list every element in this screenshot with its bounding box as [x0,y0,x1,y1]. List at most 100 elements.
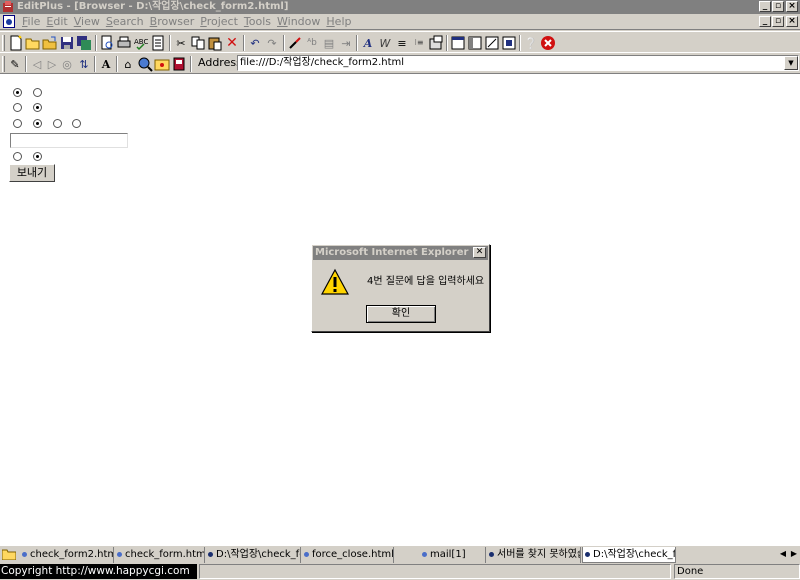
document-tab[interactable]: check_form2.html [20,547,114,563]
delete-icon[interactable]: ✕ [224,35,240,51]
submit-button[interactable]: 보내기 [9,164,55,182]
copy-icon[interactable] [190,35,206,51]
refresh-icon[interactable]: ⇅ [76,56,92,72]
radio-button[interactable] [33,119,42,128]
document-tab[interactable]: check_form.html [115,547,205,563]
page-icon[interactable] [150,35,166,51]
toolbar-separator [243,35,245,51]
stop-browse-icon[interactable]: ◎ [59,56,75,72]
radio-button[interactable] [13,103,22,112]
toolbar-separator [446,35,448,51]
radio-button[interactable] [13,88,22,97]
menu-item[interactable]: Edit [44,15,71,29]
line-number-icon[interactable]: ⁝≡ [411,35,427,51]
main-toolbar: ABC ✂ ✕ ↶ ↷ ᴬb ▤ ⇥ A W ≡ ⁝≡ ❔ [0,31,800,53]
paste-icon[interactable] [207,35,223,51]
spell-check-icon[interactable]: ABC [133,35,149,51]
save-all-icon[interactable] [76,35,92,51]
print-icon[interactable] [116,35,132,51]
document-tab[interactable]: D:\작업장\check_form2.html [582,547,676,563]
doc-minimize-button[interactable]: _ [759,16,771,27]
font-icon[interactable]: A [360,35,376,51]
address-value: file:///D:/작업장/check_form2.html [240,57,405,68]
document-tab[interactable]: 서버를 찾지 못하였습니다 [487,547,581,563]
ruler-icon[interactable]: ≡ [394,35,410,51]
document-tab[interactable]: mail[1] [420,547,486,563]
radio-button[interactable] [33,152,42,161]
answer-text-input[interactable] [10,133,128,148]
status-panel [199,564,671,579]
directory-window-icon[interactable] [467,35,483,51]
toolbar-separator [116,56,118,72]
doc-close-button[interactable]: × [786,16,798,27]
menu-item[interactable]: Project [198,15,242,29]
document-tab[interactable]: force_close.html [302,547,394,563]
print-preview-icon[interactable] [99,35,115,51]
word-wrap-icon[interactable]: W [377,35,393,51]
toolbar-grip[interactable] [2,35,5,51]
search-web-icon[interactable] [137,56,153,72]
menu-item[interactable]: View [72,15,104,29]
find-in-files-icon[interactable]: ▤ [321,35,337,51]
open-folder-icon[interactable] [25,35,41,51]
undo-icon[interactable]: ↶ [247,35,263,51]
menu-item[interactable]: Search [104,15,148,29]
editplus-app-icon[interactable] [2,1,14,13]
redo-icon[interactable]: ↷ [264,35,280,51]
radio-button[interactable] [72,119,81,128]
goto-line-icon[interactable]: ⇥ [338,35,354,51]
home-icon[interactable]: ⌂ [120,56,136,72]
history-icon[interactable] [171,56,187,72]
status-done: Done [674,564,800,579]
save-icon[interactable] [59,35,75,51]
dialog-close-button[interactable]: ✕ [473,247,486,258]
open-remote-icon[interactable] [42,35,58,51]
alert-dialog: Microsoft Internet Explorer ✕ 4번 질문에 답을 … [311,244,490,332]
menu-item[interactable]: Browser [148,15,199,29]
replace-icon[interactable]: ᴬb [304,35,320,51]
find-icon[interactable] [287,35,303,51]
folder-icon[interactable] [2,548,16,560]
document-icon[interactable] [3,15,15,28]
address-dropdown-button[interactable]: ▼ [784,56,798,70]
radio-button[interactable] [33,88,42,97]
tab-scroll-right-icon[interactable]: ▶ [789,548,799,560]
menu-item[interactable]: Help [324,15,355,29]
tab-scroll-left-icon[interactable]: ◀ [778,548,788,560]
doc-restore-button[interactable]: ▫ [772,16,784,27]
cut-icon[interactable]: ✂ [173,35,189,51]
dialog-title: Microsoft Internet Explorer [315,247,469,258]
warning-icon [321,268,349,295]
address-label: Address [198,56,242,69]
dialog-title-bar[interactable]: Microsoft Internet Explorer ✕ [313,246,488,260]
toolbar-separator [25,56,27,72]
forward-icon[interactable]: ▷ [44,56,60,72]
favorites-icon[interactable] [154,56,170,72]
help-icon[interactable]: ❔ [523,35,539,51]
new-file-icon[interactable] [8,35,24,51]
restore-button[interactable]: ▫ [772,1,784,12]
close-button[interactable]: × [786,1,798,12]
output-window-icon[interactable] [450,35,466,51]
text-size-icon[interactable]: A [98,56,114,72]
radio-button[interactable] [33,103,42,112]
toolbar-separator [94,56,96,72]
radio-button[interactable] [13,119,22,128]
clip-window-icon[interactable] [484,35,500,51]
back-icon[interactable]: ◁ [29,56,45,72]
stop-icon[interactable] [540,35,556,51]
radio-button[interactable] [53,119,62,128]
ok-button[interactable]: 확인 [366,305,436,323]
toolbar-grip[interactable] [2,56,5,72]
menu-item[interactable]: Tools [242,15,275,29]
window-title: EditPlus - [Browser - D:\작업장\check_form2… [17,1,289,12]
menu-item[interactable]: File [20,15,44,29]
minimize-button[interactable]: _ [759,1,771,12]
preferences-icon[interactable] [428,35,444,51]
address-input[interactable]: file:///D:/작업장/check_form2.html ▼ [237,55,799,71]
edit-pen-icon[interactable]: ✎ [7,56,23,72]
menu-item[interactable]: Window [275,15,324,29]
document-tab[interactable]: D:\작업장\check_form.html [206,547,301,563]
radio-button[interactable] [13,152,22,161]
fullscreen-icon[interactable] [501,35,517,51]
